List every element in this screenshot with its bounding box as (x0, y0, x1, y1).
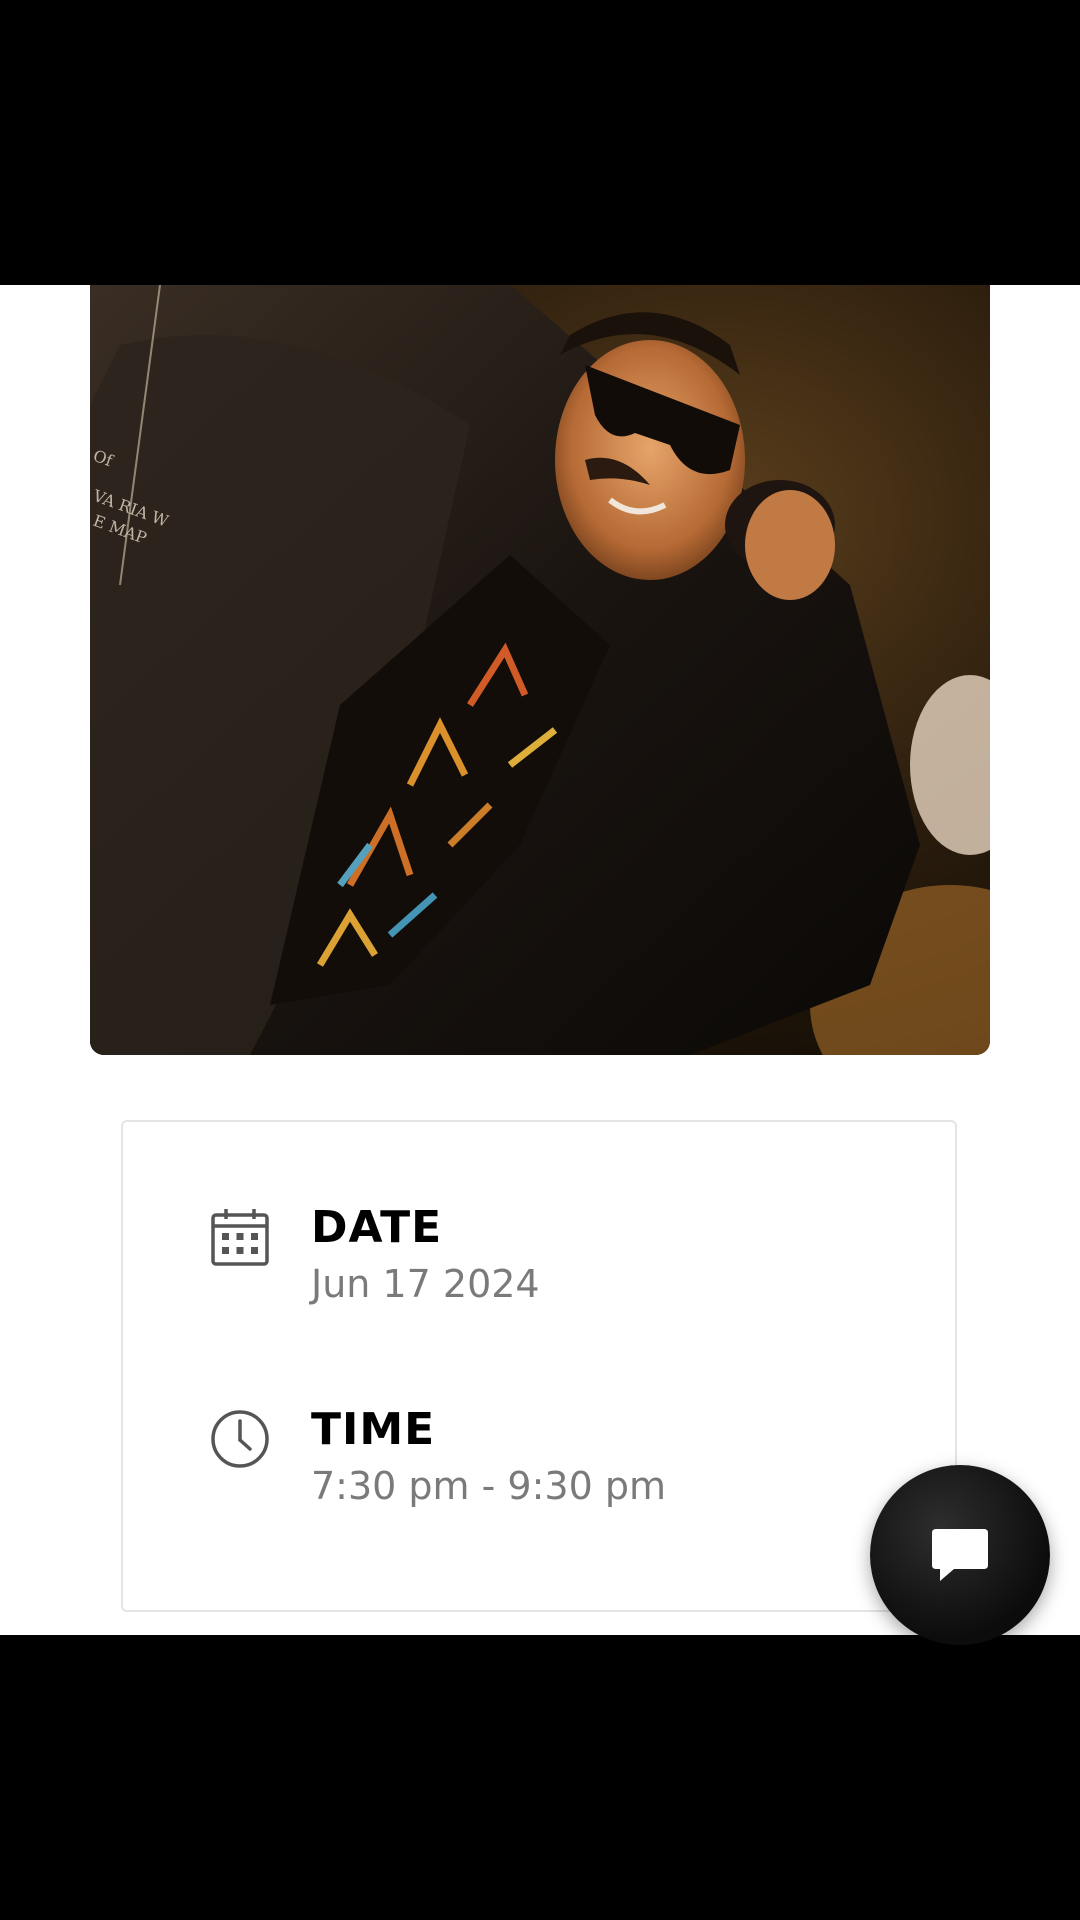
calendar-icon (209, 1206, 271, 1268)
event-content: Of VA RIA W E MAP DATE Jun 17 2024 TIME … (0, 285, 1080, 1635)
date-row: DATE Jun 17 2024 (209, 1202, 540, 1312)
event-details-card: DATE Jun 17 2024 TIME 7:30 pm - 9:30 pm (121, 1120, 957, 1612)
date-label: DATE (311, 1202, 443, 1253)
date-value: Jun 17 2024 (311, 1262, 540, 1306)
chat-button[interactable] (870, 1465, 1050, 1645)
time-row: TIME 7:30 pm - 9:30 pm (209, 1404, 666, 1514)
time-value: 7:30 pm - 9:30 pm (311, 1464, 666, 1508)
event-hero-image: Of VA RIA W E MAP (90, 285, 990, 1055)
screen: Of VA RIA W E MAP DATE Jun 17 2024 TIME … (0, 0, 1080, 1920)
time-label: TIME (311, 1404, 436, 1455)
clock-icon (209, 1408, 271, 1470)
chat-bubble-icon (932, 1529, 988, 1581)
